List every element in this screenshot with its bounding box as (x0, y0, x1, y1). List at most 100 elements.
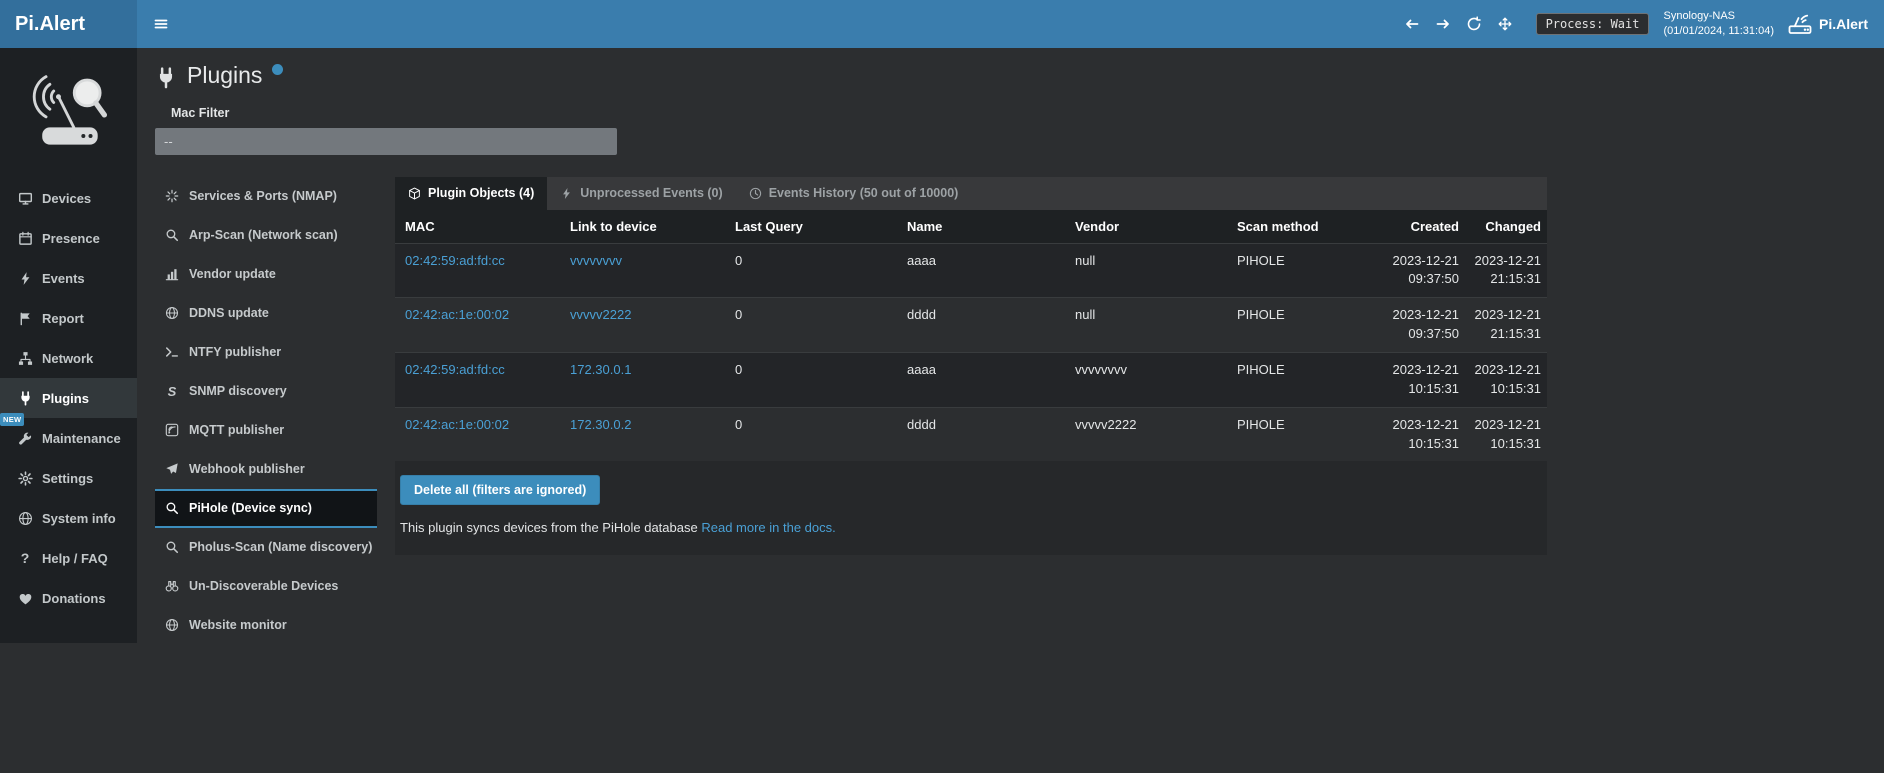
nav-back-button[interactable] (1399, 11, 1425, 37)
sidebar-toggle-button[interactable] (137, 0, 185, 48)
table-row: 02:42:ac:1e:00:02172.30.0.20ddddvvvvv222… (395, 407, 1547, 461)
sidebar-item-help-faq[interactable]: ? Help / FAQ (0, 538, 137, 578)
sidebar-item-label: Network (42, 351, 93, 366)
sidebar-item-events[interactable]: Events (0, 258, 137, 298)
plugin-nav-item-pholus-scan-name-discovery[interactable]: Pholus-Scan (Name discovery) (155, 528, 377, 567)
question-icon: ? (17, 550, 33, 566)
bar-chart-icon (164, 267, 180, 281)
cell-link-to-device: 172.30.0.1 (560, 352, 725, 407)
title-badge (272, 64, 283, 75)
nav-buttons (1399, 11, 1518, 37)
plugin-nav-item-snmp-discovery[interactable]: SSNMP discovery (155, 372, 377, 411)
cell-changed: 2023-12-21 21:15:31 (1465, 298, 1547, 353)
device-link[interactable]: 172.30.0.2 (570, 417, 631, 432)
plugin-nav-item-services-ports-nmap[interactable]: Services & Ports (NMAP) (155, 177, 377, 216)
calendar-icon (17, 231, 33, 246)
top-navbar: Pi.Alert Process: Wait Synology-NAS (01/… (0, 0, 1884, 48)
tab-unprocessed-events-0[interactable]: Unprocessed Events (0) (547, 177, 735, 210)
cell-mac: 02:42:ac:1e:00:02 (395, 298, 560, 353)
cell-name: aaaa (897, 243, 1065, 298)
plugin-nav-label: Webhook publisher (189, 462, 305, 476)
plugin-nav-item-webhook-publisher[interactable]: Webhook publisher (155, 450, 377, 489)
cell-mac: 02:42:59:ad:fd:cc (395, 243, 560, 298)
host-datetime: (01/01/2024, 11:31:04) (1663, 24, 1774, 39)
device-link[interactable]: 172.30.0.1 (570, 362, 631, 377)
plugin-nav-label: Un-Discoverable Devices (189, 579, 338, 593)
clock-icon (749, 187, 762, 200)
plugin-nav-label: PiHole (Device sync) (189, 501, 312, 515)
sidebar-item-report[interactable]: Report (0, 298, 137, 338)
plugin-nav-item-website-monitor[interactable]: Website monitor (155, 606, 377, 645)
bolt-icon (560, 187, 573, 200)
delete-all-button[interactable]: Delete all (filters are ignored) (400, 475, 600, 505)
globe-icon (17, 511, 33, 526)
sidebar-item-label: Plugins (42, 391, 89, 406)
cell-last-query: 0 (725, 407, 897, 461)
mac-filter-input[interactable] (155, 128, 617, 155)
expand-button[interactable] (1492, 11, 1518, 37)
plugin-nav-item-pihole-device-sync[interactable]: PiHole (Device sync) (155, 489, 377, 528)
brand-text: Pi.Alert (15, 13, 85, 36)
bolt-icon (17, 271, 33, 286)
cell-vendor: vvvvvvvv (1065, 352, 1227, 407)
search-icon (164, 501, 180, 515)
wrench-icon (17, 431, 33, 446)
brand[interactable]: Pi.Alert (0, 0, 137, 48)
plugin-nav-item-vendor-update[interactable]: Vendor update (155, 255, 377, 294)
sidebar-item-label: Help / FAQ (42, 551, 108, 566)
sidebar-item-donations[interactable]: Donations (0, 578, 137, 618)
sidebar-item-label: Donations (42, 591, 106, 606)
sidebar-item-label: Presence (42, 231, 100, 246)
app-name: Pi.Alert (1819, 16, 1868, 32)
sidebar-item-system-info[interactable]: System info (0, 498, 137, 538)
device-link[interactable]: vvvvvvvv (570, 253, 622, 268)
tab-events-history-50-out-of-10000[interactable]: Events History (50 out of 10000) (736, 177, 972, 210)
plugin-description: This plugin syncs devices from the PiHol… (400, 520, 1547, 541)
sidebar-item-maintenance[interactable]: MaintenanceNEW (0, 418, 137, 458)
refresh-button[interactable] (1461, 11, 1487, 37)
mac-link[interactable]: 02:42:ac:1e:00:02 (405, 417, 509, 432)
sidebar-item-settings[interactable]: Settings (0, 458, 137, 498)
plugin-description-text: This plugin syncs devices from the PiHol… (400, 520, 698, 535)
cell-link-to-device: 172.30.0.2 (560, 407, 725, 461)
mac-link[interactable]: 02:42:59:ad:fd:cc (405, 362, 505, 377)
paper-plane-icon (164, 462, 180, 476)
topbar-right: Process: Wait Synology-NAS (01/01/2024, … (1399, 0, 1884, 48)
cell-vendor: null (1065, 298, 1227, 353)
plugin-nav-item-ddns-update[interactable]: DDNS update (155, 294, 377, 333)
process-status-badge: Process: Wait (1536, 13, 1650, 35)
docs-link[interactable]: Read more in the docs. (701, 520, 835, 535)
page-title-row: Plugins (155, 62, 1884, 90)
plugin-nav-item-arp-scan-network-scan[interactable]: Arp-Scan (Network scan) (155, 216, 377, 255)
plugin-nav-label: NTFY publisher (189, 345, 281, 359)
sidebar-item-label: System info (42, 511, 116, 526)
sidebar-item-presence[interactable]: Presence (0, 218, 137, 258)
plugin-nav-item-mqtt-publisher[interactable]: MQTT publisher (155, 411, 377, 450)
table-header: MACLink to deviceLast QueryNameVendorSca… (395, 210, 1547, 244)
cell-name: dddd (897, 298, 1065, 353)
main-content: Plugins Mac Filter Services & Ports (NMA… (137, 48, 1884, 645)
sidebar-item-label: Report (42, 311, 84, 326)
spokes-icon (164, 189, 180, 203)
plugin-nav-label: Services & Ports (NMAP) (189, 189, 337, 203)
search-icon (164, 228, 180, 242)
plugin-nav-item-un-discoverable-devices[interactable]: Un-Discoverable Devices (155, 567, 377, 606)
plugin-objects-table: MACLink to deviceLast QueryNameVendorSca… (395, 210, 1547, 462)
nav-forward-button[interactable] (1430, 11, 1456, 37)
cell-link-to-device: vvvvv2222 (560, 298, 725, 353)
plugin-nav-item-ntfy-publisher[interactable]: NTFY publisher (155, 333, 377, 372)
tab-label: Events History (50 out of 10000) (769, 186, 959, 200)
sidebar-item-devices[interactable]: Devices (0, 178, 137, 218)
mac-filter-label: Mac Filter (171, 106, 1884, 120)
sidebar-item-plugins[interactable]: Plugins (0, 378, 137, 418)
column-header-name: Name (897, 210, 1065, 244)
sidebar-item-network[interactable]: Network (0, 338, 137, 378)
mac-link[interactable]: 02:42:59:ad:fd:cc (405, 253, 505, 268)
device-link[interactable]: vvvvv2222 (570, 307, 631, 322)
tab-plugin-objects-4[interactable]: Plugin Objects (4) (395, 177, 547, 210)
mac-link[interactable]: 02:42:ac:1e:00:02 (405, 307, 509, 322)
cell-mac: 02:42:59:ad:fd:cc (395, 352, 560, 407)
column-header-link-to-device: Link to device (560, 210, 725, 244)
cell-scan-method: PIHOLE (1227, 352, 1379, 407)
sidebar-menu: Devices Presence Events Report Network Plugin… (0, 178, 137, 618)
